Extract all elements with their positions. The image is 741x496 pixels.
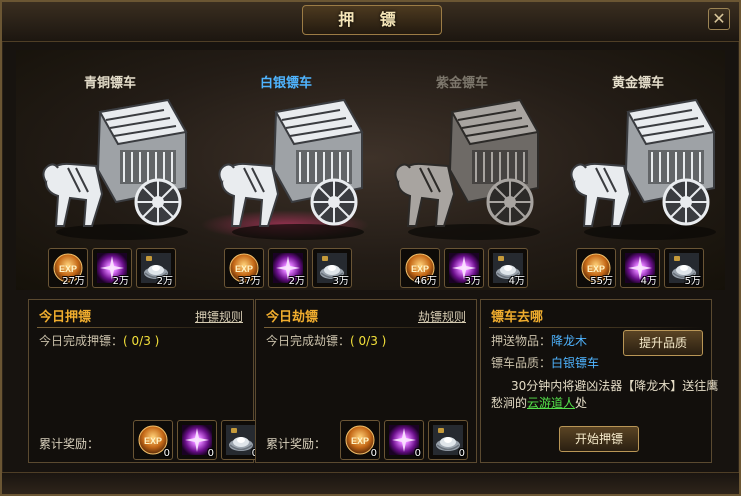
reward-amount: 2万	[112, 276, 129, 287]
rob-accum-rewards: EXP 0 0 0	[340, 420, 470, 460]
reward-amount: 0	[370, 448, 377, 459]
reward-slot[interactable]: 3万	[312, 248, 352, 288]
reward-slot[interactable]: EXP 55万	[576, 248, 616, 288]
escort-progress-label: 今日完成押镖：	[39, 334, 124, 348]
escort-panel-title: 今日押镖	[39, 310, 92, 325]
reward-slot[interactable]: 3万	[444, 248, 484, 288]
escort-accum-label: 累计奖励：	[39, 437, 100, 451]
escort-panel: 今日押镖 押镖规则 今日完成押镖：( 0/3 ) 累计奖励： EXP000	[28, 299, 261, 463]
reward-amount: 37万	[238, 276, 261, 287]
reward-amount: 0	[163, 448, 170, 459]
reward-slot[interactable]: 2万	[92, 248, 132, 288]
destination-panel: 镖车去哪 押送物品：降龙木 镖车品质：白银镖车 提升品质 30分钟内将避凶法器【…	[480, 299, 718, 463]
dest-panel-title: 镖车去哪	[491, 310, 544, 325]
start-escort-button[interactable]: 开始押镖	[559, 426, 639, 452]
cart-rewards: EXP 46万 3万 4万	[400, 248, 540, 288]
reward-slot[interactable]: 4万	[488, 248, 528, 288]
reward-slot[interactable]: EXP 27万	[48, 248, 88, 288]
escort-progress-value: ( 0/3 )	[123, 334, 160, 348]
cart-image[interactable]	[568, 92, 718, 242]
reward-amount: 0	[414, 448, 421, 459]
reward-amount: 4万	[640, 276, 657, 287]
cart-quality-label: 镖车品质：	[491, 356, 552, 370]
reward-slot[interactable]: EXP 46万	[400, 248, 440, 288]
close-icon[interactable]: ✕	[712, 9, 725, 28]
reward-amount: 0	[458, 448, 465, 459]
reward-slot[interactable]: 4万	[620, 248, 660, 288]
cart-image[interactable]	[216, 92, 366, 242]
close-button[interactable]: ✕	[708, 8, 730, 30]
upgrade-quality-button[interactable]: 提升品质	[623, 330, 703, 356]
reward-amount: 4万	[508, 276, 525, 287]
reward-slot[interactable]: EXP 37万	[224, 248, 264, 288]
reward-slot[interactable]: 0	[177, 420, 217, 460]
cart-option[interactable]: 青铜镖车 EXP 27万 2万 2万	[24, 50, 196, 290]
cart-quality-value: 白银镖车	[551, 356, 600, 370]
reward-amount: 2万	[288, 276, 305, 287]
cart-image[interactable]	[40, 92, 190, 242]
cart-name: 青铜镖车	[83, 76, 136, 91]
reward-amount: 3万	[332, 276, 349, 287]
reward-amount: 46万	[414, 276, 437, 287]
cart-name: 白银镖车	[259, 76, 312, 91]
escort-accum-rewards: EXP000	[133, 420, 263, 460]
reward-slot[interactable]: 2万	[136, 248, 176, 288]
escort-item-row: 押送物品：降龙木	[491, 332, 587, 349]
escort-item-value: 降龙木	[551, 334, 588, 348]
escort-window: 押 镖 ✕ 青铜镖车 EXP 27万 2万 2万 白银镖车 EXP 37万 2万 3万 紫金镖车 EX…	[0, 0, 741, 496]
divider	[489, 327, 703, 328]
divider	[37, 327, 245, 328]
rob-accum-label: 累计奖励：	[266, 437, 327, 451]
reward-amount: 3万	[464, 276, 481, 287]
cart-rewards: EXP 27万 2万 2万	[48, 248, 188, 288]
cart-option[interactable]: 紫金镖车 EXP 46万 3万 4万	[376, 50, 548, 290]
cart-option[interactable]: 黄金镖车 EXP 55万 4万 5万	[552, 50, 724, 290]
cart-image[interactable]	[392, 92, 542, 242]
reward-amount: 2万	[156, 276, 173, 287]
bottom-frame	[2, 472, 739, 494]
svg-text:EXP: EXP	[144, 436, 162, 446]
svg-text:EXP: EXP	[351, 436, 369, 446]
mission-text: 30分钟内将避凶法器【降龙木】送往鹰愁涧的	[491, 379, 719, 410]
reward-slot[interactable]: EXP 0	[133, 420, 173, 460]
reward-amount: 0	[207, 448, 214, 459]
title-bar: 押 镖 ✕	[2, 2, 739, 42]
reward-slot[interactable]: 2万	[268, 248, 308, 288]
reward-slot[interactable]: 0	[428, 420, 468, 460]
cart-rewards: EXP 55万 4万 5万	[576, 248, 716, 288]
escort-item-label: 押送物品：	[491, 334, 552, 348]
rob-progress-value: ( 0/3 )	[350, 334, 387, 348]
rob-panel-title: 今日劫镖	[266, 310, 319, 325]
escort-progress: 今日完成押镖：( 0/3 )	[39, 332, 159, 349]
reward-slot[interactable]: 0	[384, 420, 424, 460]
cart-rewards: EXP 37万 2万 3万	[224, 248, 364, 288]
mission-description: 30分钟内将避凶法器【降龙木】送往鹰愁涧的云游道人处	[491, 378, 721, 412]
mission-text-end: 处	[575, 396, 588, 410]
reward-amount: 5万	[684, 276, 701, 287]
npc-link[interactable]: 云游道人	[527, 396, 575, 410]
rob-progress-label: 今日完成劫镖：	[266, 334, 351, 348]
cart-quality-row: 镖车品质：白银镖车	[491, 354, 599, 371]
cart-name: 黄金镖车	[611, 76, 664, 91]
cart-selection-area: 青铜镖车 EXP 27万 2万 2万 白银镖车 EXP 37万 2万 3万 紫金镖车 EXP 46万 3万…	[16, 50, 725, 290]
rob-progress: 今日完成劫镖：( 0/3 )	[266, 332, 386, 349]
window-title: 押 镖	[302, 5, 442, 35]
reward-slot[interactable]: 5万	[664, 248, 704, 288]
divider	[264, 327, 468, 328]
escort-rules-link[interactable]: 押镖规则	[195, 308, 243, 325]
reward-amount: 55万	[590, 276, 613, 287]
reward-amount: 27万	[62, 276, 85, 287]
rob-panel: 今日劫镖 劫镖规则 今日完成劫镖：( 0/3 ) 累计奖励： EXP 0 0 0	[255, 299, 477, 463]
cart-name: 紫金镖车	[435, 76, 488, 91]
reward-slot[interactable]: EXP 0	[340, 420, 380, 460]
cart-option[interactable]: 白银镖车 EXP 37万 2万 3万	[200, 50, 372, 290]
rob-rules-link[interactable]: 劫镖规则	[418, 308, 466, 325]
